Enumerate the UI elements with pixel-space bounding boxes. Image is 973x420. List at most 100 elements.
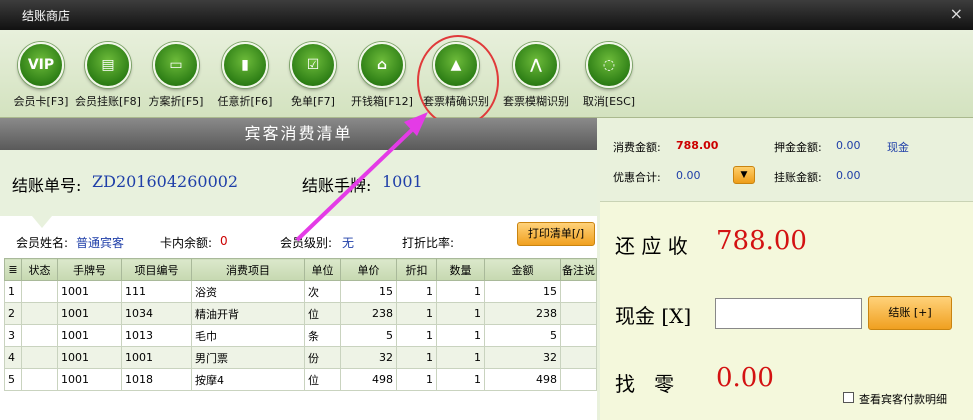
cell-tag-no: 1001 <box>57 280 122 303</box>
highlight-circle <box>417 35 499 127</box>
header-item-name[interactable]: 消费项目 <box>191 258 305 281</box>
cell-unit: 位 <box>304 302 341 325</box>
cell-quantity: 1 <box>436 280 485 303</box>
change-value: 0.00 <box>716 363 774 393</box>
deposit-amount-value: 0.00 <box>836 139 861 152</box>
cell-item-name: 浴资 <box>191 280 305 303</box>
plan-discount-button[interactable]: ▭ 方案折[F5] <box>137 42 215 109</box>
cell-item-code: 1013 <box>121 324 192 347</box>
header-status[interactable]: 状态 <box>21 258 58 281</box>
cell-tag-no: 1001 <box>57 324 122 347</box>
cancel-label: 取消[ESC] <box>582 95 636 108</box>
cell-discount: 1 <box>396 346 437 369</box>
member-level-label: 会员级别: <box>280 236 333 250</box>
cell-discount: 1 <box>396 368 437 391</box>
bill-no-label: 结账单号: <box>12 176 82 195</box>
cell-unit: 条 <box>304 324 341 347</box>
header-item-code[interactable]: 项目编号 <box>121 258 192 281</box>
dotted-circle-icon: ◌ <box>586 42 632 88</box>
amount-due-value: 788.00 <box>716 226 807 256</box>
cell-remark <box>560 368 597 391</box>
cell-tag-no: 1001 <box>57 346 122 369</box>
deposit-amount-label: 押金金额: <box>774 141 822 154</box>
payment-panel: 消费金额: 788.00 押金金额: 0.00 现金 优惠合计: 0.00 ▼ … <box>600 118 973 420</box>
header-quantity[interactable]: 数量 <box>436 258 485 281</box>
header-amount[interactable]: 金额 <box>484 258 561 281</box>
row-index: 3 <box>4 324 22 347</box>
cell-remark <box>560 280 597 303</box>
discount-total-value: 0.00 <box>676 169 701 182</box>
card-balance-label: 卡内余额: <box>160 236 213 250</box>
cell-amount: 238 <box>484 302 561 325</box>
cash-input-label: 现金 [X] <box>615 304 692 328</box>
open-cash-drawer-label: 开钱箱[F12] <box>351 95 413 108</box>
free-bill-label: 免单[F7] <box>291 95 335 108</box>
bill-no-value: ZD201604260002 <box>92 172 239 191</box>
any-discount-label: 任意折[F6] <box>217 95 273 108</box>
cell-tag-no: 1001 <box>57 302 122 325</box>
plan-discount-label: 方案折[F5] <box>148 95 204 108</box>
header-unit[interactable]: 单位 <box>304 258 341 281</box>
document-icon: ▤ <box>85 42 131 88</box>
cell-price: 15 <box>340 280 397 303</box>
header-discount[interactable]: 折扣 <box>396 258 437 281</box>
summary-box: 消费金额: 788.00 押金金额: 0.00 现金 优惠合计: 0.00 ▼ … <box>600 118 973 202</box>
amount-due-label: 还 应 收 <box>615 234 688 258</box>
cell-remark <box>560 324 597 347</box>
cell-quantity: 1 <box>436 324 485 347</box>
cash-link[interactable]: 现金 <box>887 139 909 155</box>
member-credit-button[interactable]: ▤ 会员挂账[F8] <box>69 42 147 109</box>
clipboard-check-icon: ☑ <box>290 42 336 88</box>
column-menu-icon[interactable]: ≣ <box>4 258 22 281</box>
cell-item-name: 男门票 <box>191 346 305 369</box>
cell-status <box>21 280 58 303</box>
cell-amount: 32 <box>484 346 561 369</box>
cell-status <box>21 324 58 347</box>
credit-amount-label: 挂账金额: <box>774 171 822 184</box>
cash-input[interactable] <box>715 298 862 329</box>
checkout-button[interactable]: 结账 [+] <box>868 296 952 330</box>
cell-quantity: 1 <box>436 368 485 391</box>
ticket-fuzzy-recognize-button[interactable]: ⋀ 套票模糊识别 <box>497 42 575 109</box>
header-remark[interactable]: 备注说 <box>560 258 597 281</box>
tag-no-label: 结账手牌: <box>302 176 372 195</box>
window-icon: ▭ <box>153 42 199 88</box>
member-level-value: 无 <box>342 236 355 250</box>
header-tag-no[interactable]: 手牌号 <box>57 258 122 281</box>
cell-status <box>21 368 58 391</box>
free-bill-button[interactable]: ☑ 免单[F7] <box>274 42 352 109</box>
print-list-button[interactable]: 打印清单[/] <box>517 222 595 246</box>
payment-detail-label: 查看宾客付款明细 <box>859 393 947 406</box>
table-row[interactable]: 4 1001 1001 男门票 份 32 1 1 32 <box>4 346 597 369</box>
cell-item-name: 毛巾 <box>191 324 305 347</box>
table-row[interactable]: 5 1001 1018 按摩4 位 498 1 1 498 <box>4 368 597 391</box>
cell-quantity: 1 <box>436 346 485 369</box>
bank-icon: ⌂ <box>359 42 405 88</box>
cell-amount: 15 <box>484 280 561 303</box>
cell-discount: 1 <box>396 280 437 303</box>
table-row[interactable]: 3 1001 1013 毛巾 条 5 1 1 5 <box>4 324 597 347</box>
discount-rate-label: 打折比率: <box>402 236 455 250</box>
member-name-label: 会员姓名: <box>16 236 69 250</box>
ticket-fuzzy-recognize-label: 套票模糊识别 <box>503 95 569 108</box>
payment-detail-checkbox[interactable] <box>843 392 854 403</box>
table-row[interactable]: 2 1001 1034 精油开背 位 238 1 1 238 <box>4 302 597 325</box>
cell-unit: 份 <box>304 346 341 369</box>
any-discount-button[interactable]: ▮ 任意折[F6] <box>206 42 284 109</box>
credit-amount-value: 0.00 <box>836 169 861 182</box>
cancel-button[interactable]: ◌ 取消[ESC] <box>570 42 648 109</box>
cell-status <box>21 302 58 325</box>
cell-status <box>21 346 58 369</box>
cell-item-code: 1034 <box>121 302 192 325</box>
open-cash-drawer-button[interactable]: ⌂ 开钱箱[F12] <box>343 42 421 109</box>
cell-item-name: 按摩4 <box>191 368 305 391</box>
cell-discount: 1 <box>396 302 437 325</box>
row-index: 2 <box>4 302 22 325</box>
row-index: 4 <box>4 346 22 369</box>
header-price[interactable]: 单价 <box>340 258 397 281</box>
close-icon[interactable]: × <box>950 4 963 23</box>
chevron-down-icon[interactable]: ▼ <box>733 166 755 184</box>
bill-info: 结账单号: ZD201604260002 结账手牌: 1001 <box>0 150 597 216</box>
table-row[interactable]: 1 1001 111 浴资 次 15 1 1 15 <box>4 280 597 303</box>
cell-unit: 次 <box>304 280 341 303</box>
